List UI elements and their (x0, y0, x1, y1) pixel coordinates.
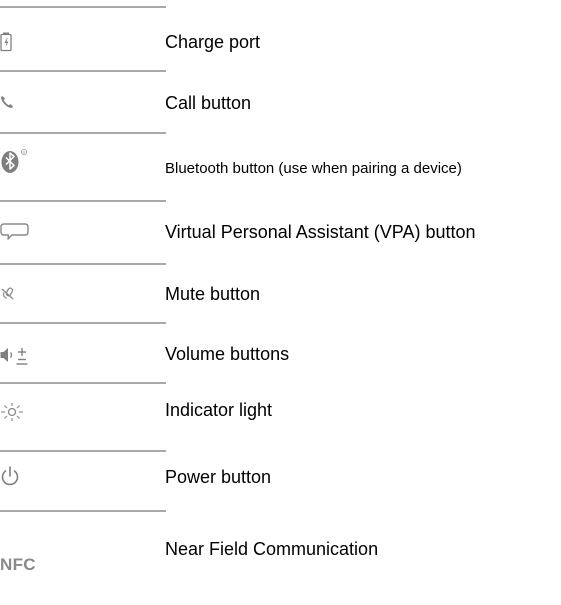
speech-bubble-icon (0, 217, 40, 247)
divider (0, 510, 166, 512)
battery-charge-icon (0, 27, 40, 57)
list-item-label: Call button (165, 93, 252, 113)
volume-plus-minus-icon (0, 340, 40, 370)
list-item-label: Virtual Personal Assistant (VPA) button (165, 222, 476, 242)
list-item-label: Power button (165, 467, 272, 487)
phone-icon (0, 87, 40, 117)
list-item-label: Mute button (165, 284, 261, 304)
divider (0, 263, 166, 265)
divider (0, 6, 166, 8)
list-item-label: Charge port (165, 32, 261, 52)
nfc-icon: NFC (0, 555, 36, 574)
svg-text:R: R (23, 151, 26, 155)
list-item-label: Near Field Communication (165, 539, 379, 559)
power-icon (0, 461, 40, 491)
mute-microphone-icon (0, 279, 40, 309)
divider (0, 322, 166, 324)
divider (0, 132, 166, 134)
divider (0, 200, 166, 202)
divider (0, 450, 166, 452)
list-item-label: Bluetooth button (use when pairing a dev… (165, 160, 462, 177)
indicator-light-icon (0, 397, 40, 427)
divider (0, 382, 166, 384)
list-item-label: Indicator light (165, 400, 273, 420)
bluetooth-icon: R (0, 146, 40, 176)
divider (0, 70, 166, 72)
list-item-label: Volume buttons (165, 344, 290, 364)
